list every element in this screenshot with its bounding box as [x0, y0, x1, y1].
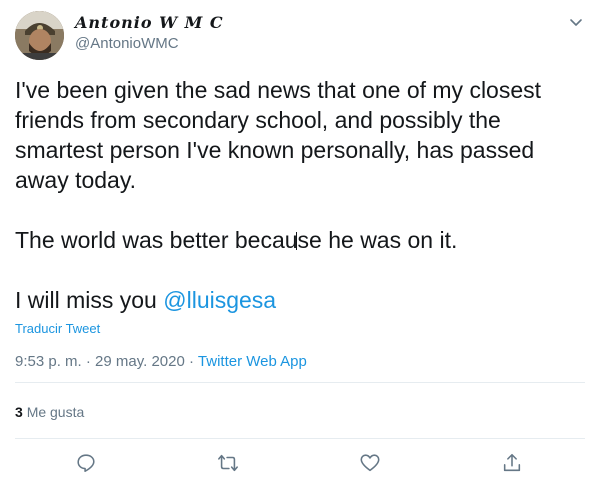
- tweet-source-link[interactable]: Twitter Web App: [198, 353, 307, 370]
- tweet-time[interactable]: 9:53 p. m.: [15, 353, 82, 370]
- avatar-image: [15, 11, 64, 60]
- chevron-down-icon[interactable]: [568, 14, 584, 30]
- heart-icon[interactable]: [357, 450, 383, 476]
- likes-label: Me gusta: [26, 404, 85, 420]
- text-cursor: [296, 232, 297, 250]
- meta-separator: ·: [85, 353, 91, 370]
- tweet-paragraph: The world was better because he was on i…: [15, 227, 458, 253]
- meta-separator: ·: [189, 353, 194, 370]
- mention-link[interactable]: @lluisgesa: [163, 287, 276, 313]
- divider: [15, 438, 585, 439]
- divider: [15, 382, 585, 383]
- share-icon[interactable]: [499, 450, 525, 476]
- author-handle[interactable]: @AntonioWMC: [75, 35, 179, 52]
- likes-count: 3: [15, 404, 23, 420]
- likes-stat[interactable]: 3 Me gusta: [15, 404, 84, 420]
- tweet-text: I've been given the sad news that one of…: [15, 75, 585, 315]
- author-display-name[interactable]: Antonio W M C: [75, 13, 224, 32]
- retweet-icon[interactable]: [215, 450, 241, 476]
- tweet-metadata: 9:53 p. m. · 29 may. 2020 · Twitter Web …: [15, 353, 307, 370]
- tweet-text-span: I will miss you: [15, 287, 157, 313]
- tweet-paragraph: I will miss you @lluisgesa: [15, 285, 585, 315]
- tweet-date[interactable]: 29 may. 2020: [95, 353, 185, 370]
- reply-icon[interactable]: [73, 450, 99, 476]
- tweet-paragraph: I've been given the sad news that one of…: [15, 77, 542, 193]
- translate-tweet-link[interactable]: Traducir Tweet: [15, 321, 100, 336]
- avatar[interactable]: [15, 11, 64, 60]
- tweet-card: Antonio W M C @AntonioWMC I've been give…: [0, 0, 600, 487]
